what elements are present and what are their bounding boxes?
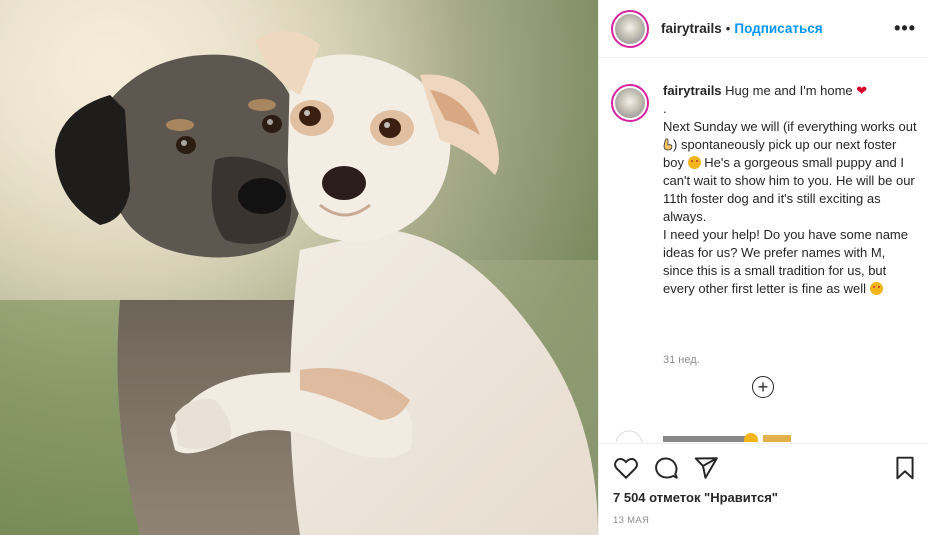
separator-dot: •: [725, 21, 731, 36]
caption-p1-a: Next Sunday we will (if everything works…: [663, 119, 917, 134]
avatar[interactable]: [611, 9, 649, 48]
likes-count[interactable]: 7 504 отметок "Нравится": [613, 490, 778, 505]
caption-p1-c: He's a gorgeous small puppy and I can't …: [663, 155, 915, 224]
post-date[interactable]: 13 МАЯ: [613, 515, 649, 526]
post-photo[interactable]: [0, 0, 598, 535]
post-side-panel: fairytrails • Подписаться ••• fairytrail…: [598, 0, 928, 535]
dogs-hugging-image: [0, 0, 598, 535]
heart-icon[interactable]: [613, 455, 639, 481]
caption-avatar[interactable]: [611, 84, 649, 122]
instagram-post: fairytrails • Подписаться ••• fairytrail…: [0, 0, 928, 535]
star-eyes-emoji-icon: [869, 282, 883, 295]
load-more-icon[interactable]: +: [752, 376, 774, 398]
star-eyes-emoji-icon: [687, 156, 701, 169]
more-icon[interactable]: •••: [894, 18, 916, 39]
caption-username[interactable]: fairytrails: [663, 83, 722, 98]
follow-button[interactable]: Подписаться: [734, 21, 822, 36]
post-header: fairytrails • Подписаться •••: [599, 0, 928, 58]
caption-paragraph-1: Next Sunday we will (if everything works…: [663, 118, 917, 226]
comment-icon[interactable]: [653, 455, 679, 481]
heart-emoji-icon: ❤: [856, 83, 868, 98]
caption-text: fairytrails Hug me and I'm home ❤ . Next…: [663, 82, 917, 298]
post-username[interactable]: fairytrails: [661, 21, 722, 36]
crossed-fingers-emoji-icon: [663, 138, 673, 151]
caption-line1: Hug me and I'm home: [725, 83, 853, 98]
partial-comment-row: [615, 430, 791, 442]
avatar-image: [615, 13, 645, 44]
caption: fairytrails Hug me and I'm home ❤ . Next…: [611, 82, 917, 298]
caption-dot: .: [663, 101, 667, 116]
caption-first-line: fairytrails Hug me and I'm home ❤: [663, 82, 917, 100]
caption-time-ago: 31 нед.: [663, 354, 700, 366]
post-actions: 7 504 отметок "Нравится" 13 МАЯ: [599, 443, 928, 535]
caption-avatar-image: [615, 88, 645, 118]
caption-paragraph-2: I need your help! Do you have some name …: [663, 226, 917, 298]
bookmark-icon[interactable]: [892, 455, 918, 481]
action-icons: [613, 455, 719, 481]
share-icon[interactable]: [693, 455, 719, 481]
